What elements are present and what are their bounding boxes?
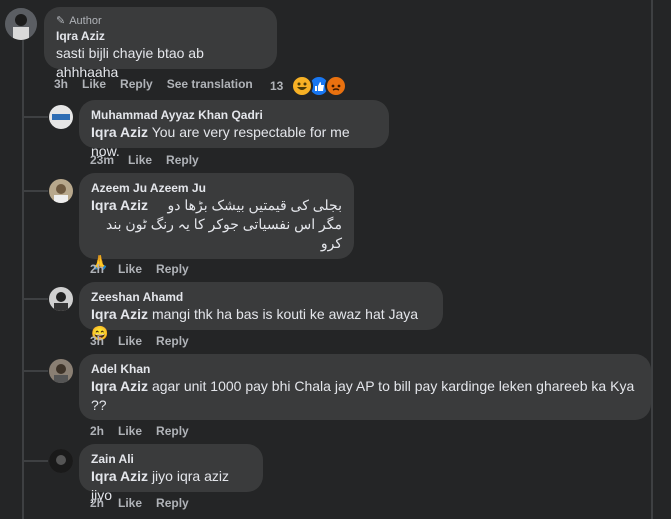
mention-tag[interactable]: Iqra Aziz — [91, 196, 148, 215]
avatar-image — [49, 105, 73, 129]
comment-text: Iqra Aziz بجلی کی قیمتیں بیشک بڑھا دو — [91, 196, 342, 215]
commenter-name[interactable]: Adel Khan — [91, 361, 639, 377]
like-button[interactable]: Like — [128, 153, 152, 167]
reaction-summary[interactable]: 13 — [270, 75, 348, 97]
like-button[interactable]: Like — [118, 262, 142, 276]
commenter-name[interactable]: Muhammad Ayyaz Khan Qadri — [91, 107, 377, 123]
author-badge: ✎ Author — [56, 15, 102, 27]
like-button[interactable]: Like — [118, 496, 142, 510]
timestamp[interactable]: 3h — [90, 334, 104, 348]
avatar[interactable] — [5, 8, 37, 40]
avatar[interactable] — [49, 287, 73, 311]
avatar-image — [49, 287, 73, 311]
reaction-count: 13 — [270, 79, 284, 93]
comment-actions-main: 3h Like Reply See translation — [54, 77, 253, 91]
pencil-icon: ✎ — [56, 15, 66, 27]
comment-actions: 23m Like Reply — [90, 153, 199, 167]
thread-line-main — [22, 40, 24, 519]
avatar-image — [49, 449, 73, 473]
reply-button[interactable]: Reply — [120, 77, 153, 91]
timestamp[interactable]: 2h — [90, 262, 104, 276]
reply-button[interactable]: Reply — [156, 496, 189, 510]
thread-line-elbow-5 — [22, 460, 48, 462]
comment-bubble: Zain Ali Iqra Aziz jiyo iqra aziz jiyo — [79, 444, 263, 503]
scrollbar-track[interactable] — [651, 0, 653, 519]
avatar[interactable] — [49, 359, 73, 383]
commenter-name[interactable]: Azeem Ju Azeem Ju — [91, 180, 342, 196]
like-button[interactable]: Like — [82, 77, 106, 91]
comment-bubble: Azeem Ju Azeem Ju Iqra Aziz بجلی کی قیمت… — [79, 173, 354, 270]
angry-icon — [325, 75, 348, 97]
mention-tag[interactable]: Iqra Aziz — [91, 468, 148, 484]
thread-line-elbow-4 — [22, 370, 48, 372]
comment-actions: 2h Like Reply — [90, 262, 189, 276]
comment-text-line-2: مگر اس نفسیاتی جوکر کا یہ رنگ ٹون بند کر… — [106, 216, 342, 251]
avatar-image — [49, 359, 73, 383]
timestamp[interactable]: 3h — [54, 77, 68, 91]
thread-line-elbow-2 — [22, 190, 48, 192]
thread-line-elbow-3 — [22, 298, 48, 300]
see-translation-link[interactable]: See translation — [167, 77, 253, 91]
timestamp[interactable]: 2h — [90, 496, 104, 510]
like-button[interactable]: Like — [118, 334, 142, 348]
comment-bubble: Adel Khan Iqra Aziz agar unit 1000 pay b… — [79, 354, 651, 420]
commenter-name[interactable]: Zeeshan Ahamd — [91, 289, 431, 305]
reply-button[interactable]: Reply — [156, 334, 189, 348]
like-button[interactable]: Like — [118, 424, 142, 438]
mention-tag[interactable]: Iqra Aziz — [91, 378, 148, 394]
commenter-name[interactable]: Zain Ali — [91, 451, 251, 467]
comment-actions: 2h Like Reply — [90, 496, 189, 510]
reply-button[interactable]: Reply — [156, 262, 189, 276]
avatar[interactable] — [49, 179, 73, 203]
comment-bubble: Zeeshan Ahamd Iqra Aziz mangi thk ha bas… — [79, 282, 443, 341]
comment-bubble: Muhammad Ayyaz Khan Qadri Iqra Aziz You … — [79, 100, 389, 159]
mention-tag[interactable]: Iqra Aziz — [91, 124, 148, 140]
timestamp[interactable]: 23m — [90, 153, 114, 167]
reply-button[interactable]: Reply — [166, 153, 199, 167]
comment-actions: 3h Like Reply — [90, 334, 189, 348]
thread-line-elbow-1 — [22, 116, 48, 118]
avatar-image — [49, 179, 73, 203]
commenter-name[interactable]: Iqra Aziz — [56, 28, 265, 44]
reply-button[interactable]: Reply — [156, 424, 189, 438]
comment-text: Iqra Aziz agar unit 1000 pay bhi Chala j… — [91, 378, 635, 413]
timestamp[interactable]: 2h — [90, 424, 104, 438]
haha-icon — [291, 75, 314, 97]
comment-actions: 2h Like Reply — [90, 424, 189, 438]
avatar[interactable] — [49, 449, 73, 473]
mention-tag[interactable]: Iqra Aziz — [91, 306, 148, 322]
avatar[interactable] — [49, 105, 73, 129]
comment-bubble-main: ✎ Author Iqra Aziz sasti bijli chayie bt… — [44, 7, 277, 80]
avatar-image — [5, 8, 37, 40]
